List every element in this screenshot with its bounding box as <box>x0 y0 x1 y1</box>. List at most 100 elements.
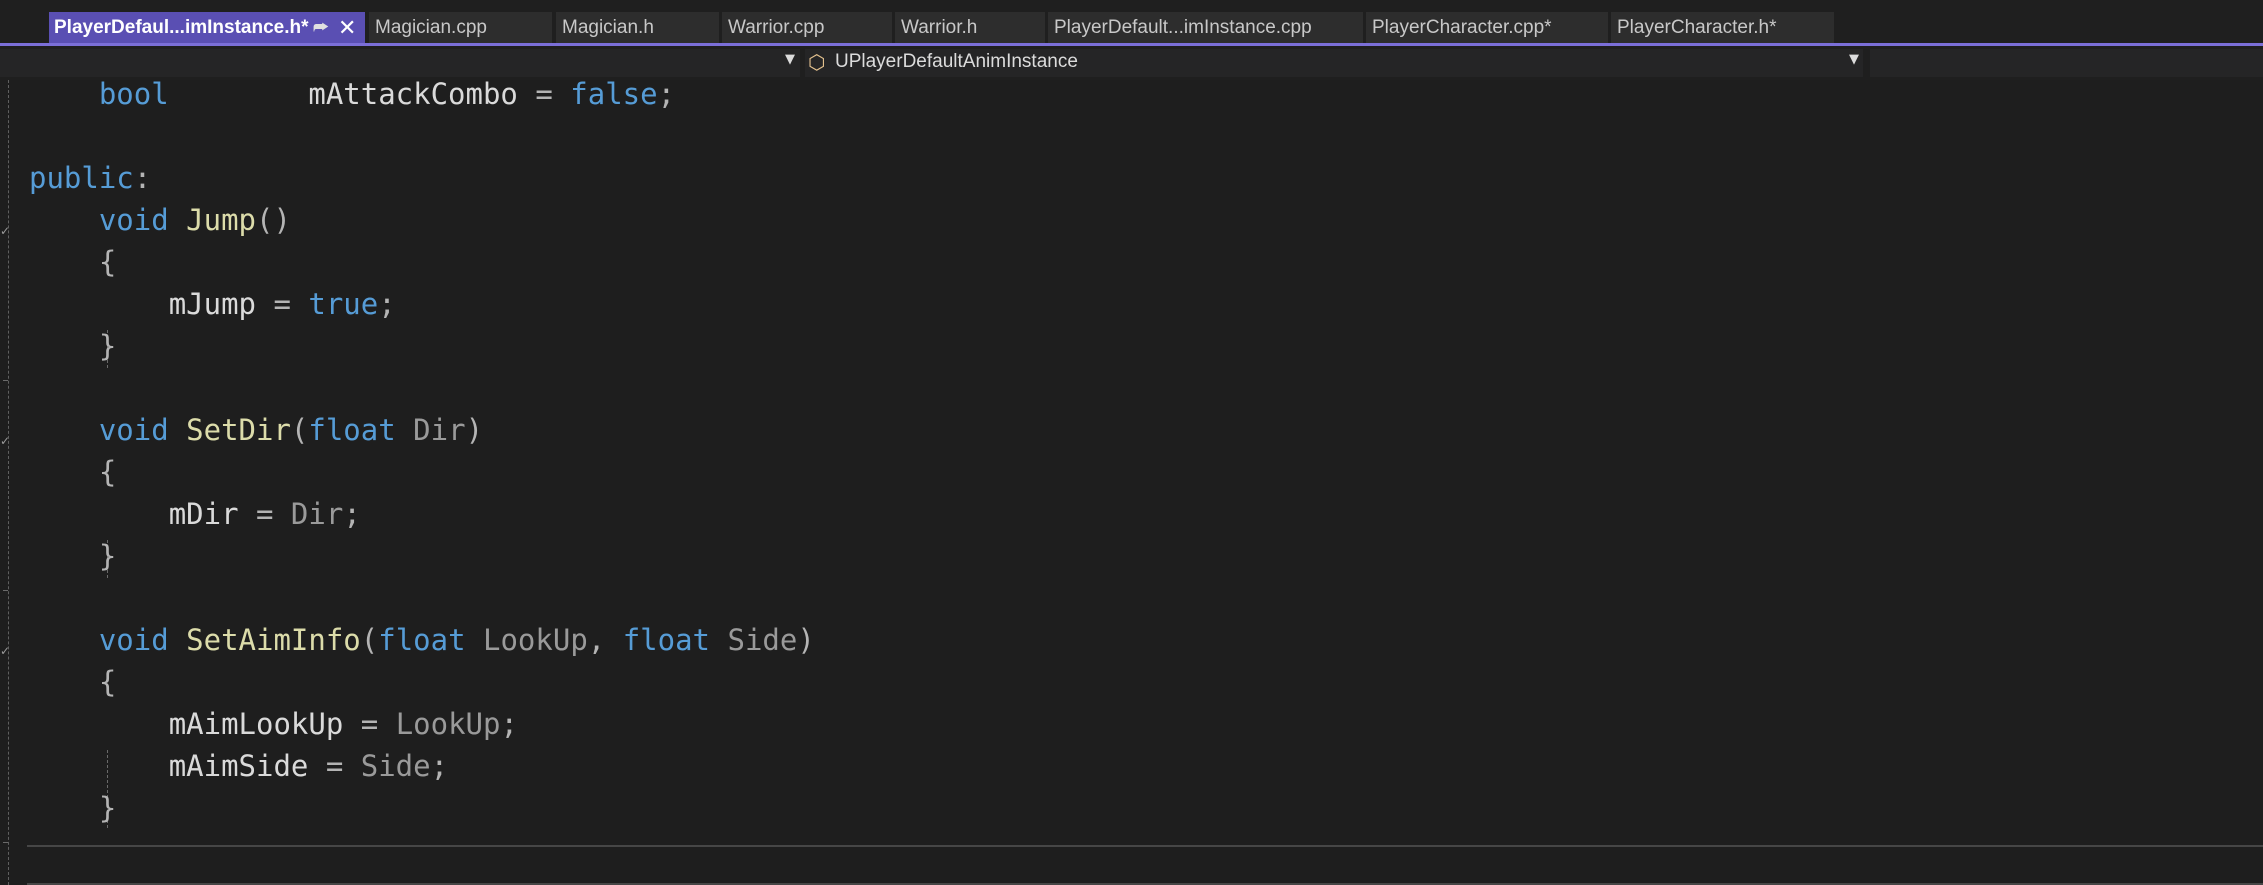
code-line[interactable]: mAimLookUp = LookUp; <box>29 703 518 745</box>
tab-label: PlayerCharacter.h* <box>1617 17 1777 38</box>
code-line[interactable]: } <box>29 787 116 829</box>
code-token: void <box>98 203 169 237</box>
code-token: } <box>98 329 117 363</box>
code-line[interactable]: public: <box>29 157 151 199</box>
tab-warrior-cpp[interactable]: Warrior.cpp <box>722 12 892 43</box>
code-line[interactable]: bool mAttackCombo = false; <box>29 73 675 115</box>
code-token: float <box>308 413 396 447</box>
code-token: = <box>343 707 396 741</box>
code-token: LookUp <box>395 707 501 741</box>
code-token: Jump <box>186 203 256 237</box>
code-line[interactable]: { <box>29 451 116 493</box>
code-token: LookUp <box>483 623 588 657</box>
code-line[interactable]: void SetDir(float Dir) <box>29 409 483 451</box>
document-tab-strip: PlayerDefaul...imInstance.h* ⮫ ✕ Magicia… <box>0 0 2263 46</box>
chevron-down-icon[interactable]: ▼ <box>785 52 795 67</box>
tab-label: PlayerDefaul...imInstance.h* <box>54 17 309 38</box>
code-line[interactable]: mDir = Dir; <box>29 493 361 535</box>
code-token: ; <box>430 749 449 783</box>
code-token: () <box>256 203 291 237</box>
code-token: ) <box>465 413 484 447</box>
code-line[interactable]: void Jump() <box>29 199 291 241</box>
code-token: = <box>256 287 309 321</box>
code-line[interactable]: void SetAimInfo(float LookUp, float Side… <box>29 619 815 661</box>
tab-player-character-cpp[interactable]: PlayerCharacter.cpp* <box>1366 12 1608 43</box>
tab-label: Warrior.cpp <box>728 17 825 38</box>
collapse-icon[interactable]: ✓ <box>0 434 10 448</box>
class-icon: ⬡ <box>808 50 826 74</box>
code-token: ( <box>290 413 309 447</box>
code-token: float <box>378 623 466 657</box>
outline-line <box>8 80 9 885</box>
pin-icon[interactable]: ⮫ <box>313 12 329 43</box>
code-token: = <box>517 77 571 111</box>
code-token: } <box>98 791 117 825</box>
code-token: ) <box>797 623 815 657</box>
code-token: { <box>98 245 117 279</box>
code-token: ( <box>360 623 379 657</box>
class-dropdown[interactable]: ⬡ UPlayerDefaultAnimInstance ▼ <box>805 49 1863 77</box>
code-token: ; <box>378 287 396 321</box>
code-token: , <box>587 623 623 657</box>
code-token: mAimSide <box>168 749 309 783</box>
code-line[interactable]: mAimSide = Side; <box>29 745 448 787</box>
tab-player-default-anim-instance-h[interactable]: PlayerDefaul...imInstance.h* ⮫ ✕ <box>49 12 365 43</box>
code-token: mAttackCombo <box>308 77 518 111</box>
current-line-highlight <box>27 845 2263 885</box>
tab-label: Magician.cpp <box>375 17 487 38</box>
code-line[interactable]: } <box>29 325 116 367</box>
code-line[interactable]: } <box>29 535 116 577</box>
collapse-icon[interactable]: ✓ <box>0 644 10 658</box>
outline-end-tick <box>3 590 8 591</box>
code-token: = <box>308 749 361 783</box>
close-icon[interactable]: ✕ <box>338 12 356 43</box>
code-line[interactable]: { <box>29 661 116 703</box>
outline-end-tick <box>3 842 8 843</box>
code-token: { <box>98 665 117 699</box>
code-token: void <box>98 413 169 447</box>
tab-magician-h[interactable]: Magician.h <box>556 12 719 43</box>
code-line[interactable]: { <box>29 241 116 283</box>
tab-label: PlayerDefault...imInstance.cpp <box>1054 17 1312 38</box>
tab-label: Magician.h <box>562 17 654 38</box>
code-line[interactable]: mJump = true; <box>29 283 396 325</box>
chevron-down-icon[interactable]: ▼ <box>1849 52 1859 67</box>
code-token: SetDir <box>186 413 291 447</box>
collapse-icon[interactable]: ✓ <box>0 224 10 238</box>
code-token: mAimLookUp <box>168 707 344 741</box>
code-token: bool <box>98 77 169 111</box>
code-token: ; <box>500 707 518 741</box>
tab-player-character-h[interactable]: PlayerCharacter.h* <box>1611 12 1834 43</box>
member-dropdown[interactable] <box>1870 49 2263 77</box>
code-token: Dir <box>290 497 344 531</box>
tab-warrior-h[interactable]: Warrior.h <box>895 12 1045 43</box>
code-token: public <box>29 161 134 195</box>
code-token: { <box>98 455 117 489</box>
code-token: mDir <box>168 497 239 531</box>
code-token: mJump <box>168 287 256 321</box>
tab-magician-cpp[interactable]: Magician.cpp <box>369 12 552 43</box>
tab-label: Warrior.h <box>901 17 978 38</box>
tab-player-default-anim-instance-cpp[interactable]: PlayerDefault...imInstance.cpp <box>1048 12 1363 43</box>
code-token: : <box>133 161 152 195</box>
code-token: } <box>98 539 117 573</box>
code-editor[interactable]: ✓ ✓ ✓ bool mAttackCombo = false; public: … <box>0 77 2263 885</box>
code-token: false <box>570 77 658 111</box>
tab-label: PlayerCharacter.cpp* <box>1372 17 1552 38</box>
